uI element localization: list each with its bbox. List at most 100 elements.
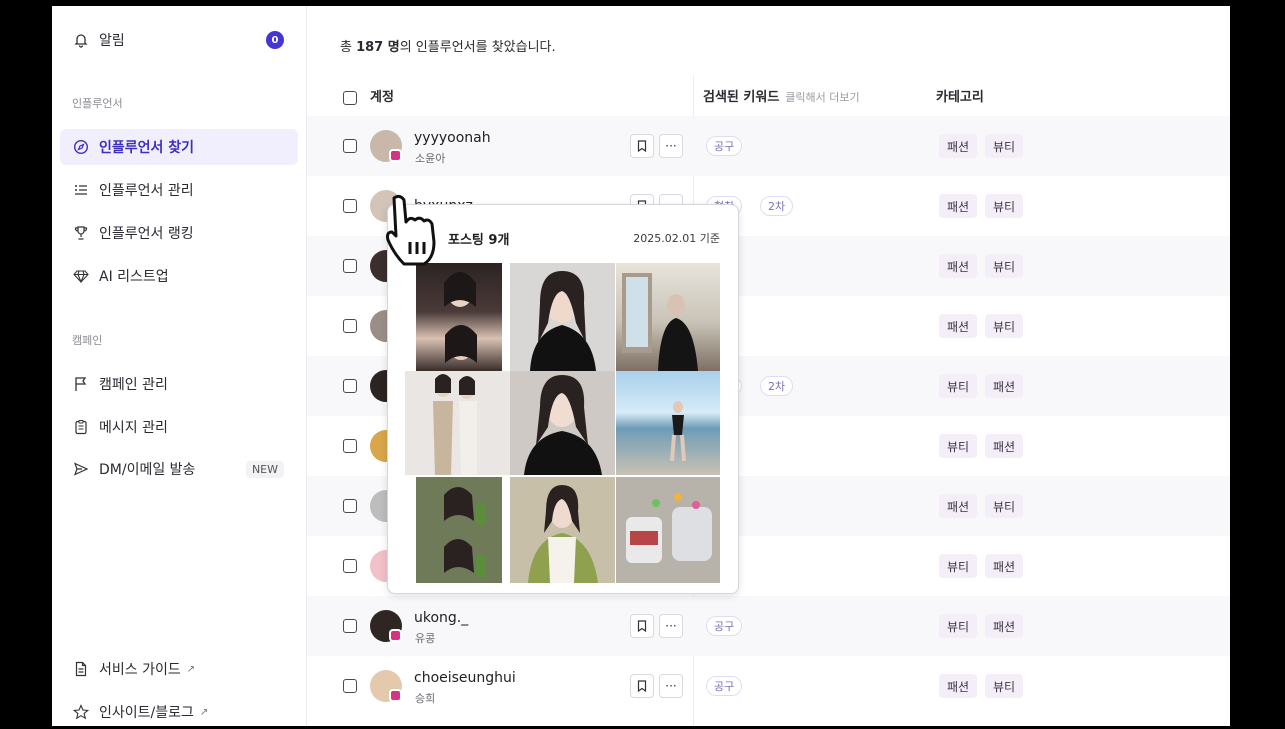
sidebar-item-message-manage[interactable]: 메시지 관리: [60, 409, 298, 445]
compass-icon: [72, 138, 90, 156]
sidebar: 알림 0 인플루언서 인플루언서 찾기 인플루언서 관리 인플루언서 랭킹 AI…: [52, 6, 307, 726]
bookmark-icon: [637, 140, 647, 152]
star-icon: [72, 703, 90, 721]
notification-count-badge: 0: [266, 31, 284, 49]
category-tag: 패션: [985, 374, 1024, 398]
more-options-button[interactable]: ···: [659, 674, 683, 698]
ellipsis-icon: ···: [665, 679, 677, 693]
category-tag: 패션: [939, 494, 978, 518]
post-thumbnail[interactable]: [510, 263, 615, 371]
keyword-chip[interactable]: 2차: [760, 376, 794, 396]
ellipsis-icon: ···: [665, 619, 677, 633]
sidebar-item-influencer-ranking[interactable]: 인플루언서 랭킹: [60, 215, 298, 251]
summary-suffix: 의 인플루언서를 찾았습니다.: [399, 40, 556, 55]
post-thumbnail[interactable]: [616, 263, 720, 371]
row-checkbox[interactable]: [343, 619, 357, 633]
left-letterbox: [0, 0, 52, 729]
post-thumbnail[interactable]: [416, 477, 502, 583]
table-row[interactable]: yyyyoonah 소윤아 ··· 공구 패션 뷰티: [307, 116, 1230, 176]
section-label-influencer: 인플루언서: [72, 97, 123, 110]
keywords-header-label: 검색된 키워드: [703, 90, 780, 105]
category-tag: 뷰티: [985, 134, 1024, 158]
post-thumbnail[interactable]: [510, 477, 615, 583]
account-handle[interactable]: yyyyoonah: [414, 130, 491, 146]
bookmark-icon: [637, 620, 647, 632]
sidebar-item-manage-influencer[interactable]: 인플루언서 관리: [60, 172, 298, 208]
keyword-chip[interactable]: 공구: [706, 616, 743, 636]
bookmark-button[interactable]: [630, 134, 654, 158]
instagram-icon: [389, 689, 402, 702]
list-icon: [72, 181, 90, 199]
app-frame: 알림 0 인플루언서 인플루언서 찾기 인플루언서 관리 인플루언서 랭킹 AI…: [52, 6, 1230, 726]
post-thumbnail[interactable]: [416, 263, 502, 371]
column-header-category: 카테고리: [936, 90, 984, 105]
send-icon: [72, 460, 90, 478]
account-name: 유콩: [415, 632, 436, 645]
account-handle[interactable]: ukong._: [414, 610, 468, 626]
category-tag: 패션: [939, 194, 978, 218]
row-checkbox[interactable]: [343, 199, 357, 213]
bookmark-button[interactable]: [630, 614, 654, 638]
keyword-chip[interactable]: 2차: [760, 196, 794, 216]
result-count: 187 명: [356, 40, 400, 55]
sidebar-item-label: 캠페인 관리: [99, 377, 168, 393]
row-checkbox[interactable]: [343, 499, 357, 513]
sidebar-item-find-influencer[interactable]: 인플루언서 찾기: [60, 129, 298, 165]
account-handle[interactable]: choeiseunghui: [414, 670, 516, 686]
sidebar-item-label: AI 리스트업: [99, 269, 169, 285]
sidebar-item-ai-listup[interactable]: AI 리스트업: [60, 258, 298, 294]
row-checkbox[interactable]: [343, 319, 357, 333]
select-all-checkbox[interactable]: [343, 91, 357, 105]
clipboard-icon: [72, 418, 90, 436]
table-row[interactable]: ukong._ 유콩 ··· 공구 뷰티 패션: [307, 596, 1230, 656]
keywords-header-hint[interactable]: 클릭해서 더보기: [785, 91, 859, 104]
category-tag: 패션: [939, 674, 978, 698]
row-checkbox[interactable]: [343, 259, 357, 273]
row-checkbox[interactable]: [343, 679, 357, 693]
row-checkbox[interactable]: [343, 379, 357, 393]
instagram-icon: [389, 629, 402, 642]
more-options-button[interactable]: ···: [659, 614, 683, 638]
sidebar-item-label: 서비스 가이드: [99, 662, 181, 678]
category-tag: 뷰티: [939, 614, 978, 638]
post-thumbnail[interactable]: [616, 371, 720, 475]
trophy-icon: [72, 224, 90, 242]
category-tag: 뷰티: [985, 314, 1024, 338]
row-checkbox[interactable]: [343, 439, 357, 453]
document-icon: [72, 660, 90, 678]
row-checkbox[interactable]: [343, 559, 357, 573]
category-tag: 뷰티: [985, 674, 1024, 698]
post-thumbnail[interactable]: [405, 371, 510, 475]
result-summary: 총 187 명의 인플루언서를 찾았습니다.: [340, 36, 556, 55]
category-tag: 뷰티: [985, 194, 1024, 218]
category-tag: 패션: [939, 314, 978, 338]
post-thumbnail[interactable]: [616, 477, 720, 583]
ellipsis-icon: ···: [665, 139, 677, 153]
sidebar-item-insight-blog[interactable]: 인사이트/블로그 ↗: [60, 694, 298, 726]
summary-prefix: 총: [340, 40, 357, 55]
keyword-chip[interactable]: 공구: [706, 676, 743, 696]
instagram-icon: [389, 149, 402, 162]
category-tag: 뷰티: [939, 434, 978, 458]
post-thumbnail[interactable]: [510, 371, 615, 475]
category-tag: 패션: [939, 254, 978, 278]
new-badge: NEW: [245, 460, 284, 478]
sidebar-item-campaign-manage[interactable]: 캠페인 관리: [60, 366, 298, 402]
bell-icon: [72, 31, 90, 49]
diamond-icon: [72, 267, 90, 285]
bookmark-icon: [637, 680, 647, 692]
table-row[interactable]: choeiseunghui 승희 ··· 공구 패션 뷰티: [307, 656, 1230, 716]
sidebar-item-dm-email[interactable]: DM/이메일 발송 NEW: [60, 451, 298, 487]
sidebar-item-label: DM/이메일 발송: [99, 462, 196, 478]
sidebar-item-notifications[interactable]: 알림 0: [60, 22, 298, 58]
bookmark-button[interactable]: [630, 674, 654, 698]
popup-date: 2025.02.01 기준: [633, 232, 720, 245]
row-checkbox[interactable]: [343, 139, 357, 153]
category-tag: 패션: [985, 554, 1024, 578]
keyword-chip[interactable]: 공구: [706, 136, 743, 156]
external-link-icon: ↗: [199, 706, 209, 718]
hand-pointer-cursor-icon: [386, 194, 436, 266]
sidebar-item-service-guide[interactable]: 서비스 가이드 ↗: [60, 651, 298, 687]
more-options-button[interactable]: ···: [659, 134, 683, 158]
sidebar-item-label: 알림: [99, 33, 125, 49]
